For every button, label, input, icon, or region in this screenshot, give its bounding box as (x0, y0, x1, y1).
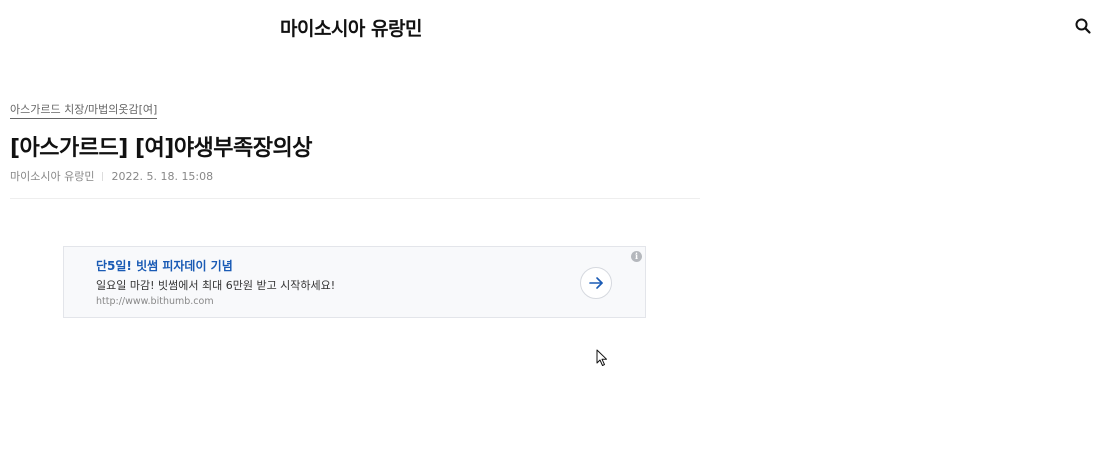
post-meta: 마이소시아 유랑민 2022. 5. 18. 15:08 (10, 168, 213, 184)
info-icon[interactable]: i (631, 251, 642, 262)
ad-headline[interactable]: 단5일! 빗썸 피자데이 기념 (96, 257, 233, 274)
post-category-link[interactable]: 아스가르드 치장/마법의옷감[여] (10, 101, 158, 119)
meta-separator (102, 172, 104, 181)
post-author[interactable]: 마이소시아 유랑민 (10, 170, 94, 183)
post-date: 2022. 5. 18. 15:08 (111, 170, 214, 183)
arrow-right-icon (589, 277, 603, 289)
ad-description: 일요일 마감! 빗썸에서 최대 6만원 받고 시작하세요! (96, 279, 336, 292)
ad-arrow-button[interactable] (580, 267, 612, 299)
search-button[interactable] (1073, 16, 1093, 36)
post-title: [아스가르드] [여]야생부족장의상 (10, 136, 313, 161)
blog-title[interactable]: 마이소시아 유랑민 (280, 14, 422, 41)
blog-page: 마이소시아 유랑민 아스가르드 치장/마법의옷감[여] [아스가르드] [여]야… (0, 0, 1112, 475)
ad-banner[interactable]: 단5일! 빗썸 피자데이 기념 일요일 마감! 빗썸에서 최대 6만원 받고 시… (63, 246, 646, 318)
search-icon (1075, 18, 1091, 34)
mouse-cursor-icon (596, 349, 607, 366)
header-divider (10, 198, 700, 199)
ad-url[interactable]: http://www.bithumb.com (96, 296, 214, 307)
